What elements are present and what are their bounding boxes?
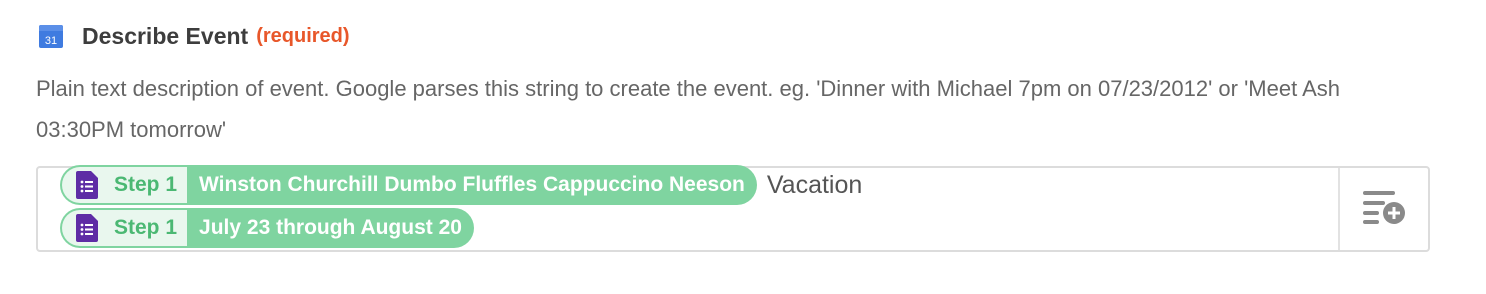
input-line-2: Step 1 July 23 through August 20	[60, 208, 1338, 248]
google-forms-icon	[76, 214, 98, 242]
field-header: 31 Describe Event (required)	[36, 16, 1432, 56]
google-calendar-icon: 31	[38, 23, 64, 49]
calendar-day-number: 31	[45, 35, 57, 47]
google-forms-icon	[76, 171, 98, 199]
typed-text: Vacation	[766, 170, 863, 199]
insert-data-button[interactable]	[1338, 168, 1428, 250]
field-label: Describe Event	[82, 22, 249, 49]
insert-data-icon	[1361, 187, 1407, 232]
data-pill[interactable]: Step 1 July 23 through August 20	[60, 208, 474, 248]
data-pill[interactable]: Step 1 Winston Churchill Dumbo Fluffles …	[60, 165, 757, 205]
pill-step-section: Step 1	[62, 210, 188, 246]
input-content[interactable]: Step 1 Winston Churchill Dumbo Fluffles …	[38, 165, 1338, 250]
describe-event-input[interactable]: Step 1 Winston Churchill Dumbo Fluffles …	[36, 165, 1430, 252]
input-line-1: Step 1 Winston Churchill Dumbo Fluffles …	[60, 165, 1338, 205]
describe-event-field: 31 Describe Event (required) Plain text …	[36, 16, 1432, 252]
required-indicator: (required)	[256, 24, 350, 47]
pill-value: Winston Churchill Dumbo Fluffles Cappucc…	[199, 173, 745, 196]
pill-value: July 23 through August 20	[199, 216, 462, 239]
field-help-text: Plain text description of event. Google …	[36, 76, 1340, 142]
pill-step-label: Step 1	[114, 173, 178, 196]
pill-step-section: Step 1	[62, 167, 188, 203]
pill-step-label: Step 1	[114, 216, 178, 239]
